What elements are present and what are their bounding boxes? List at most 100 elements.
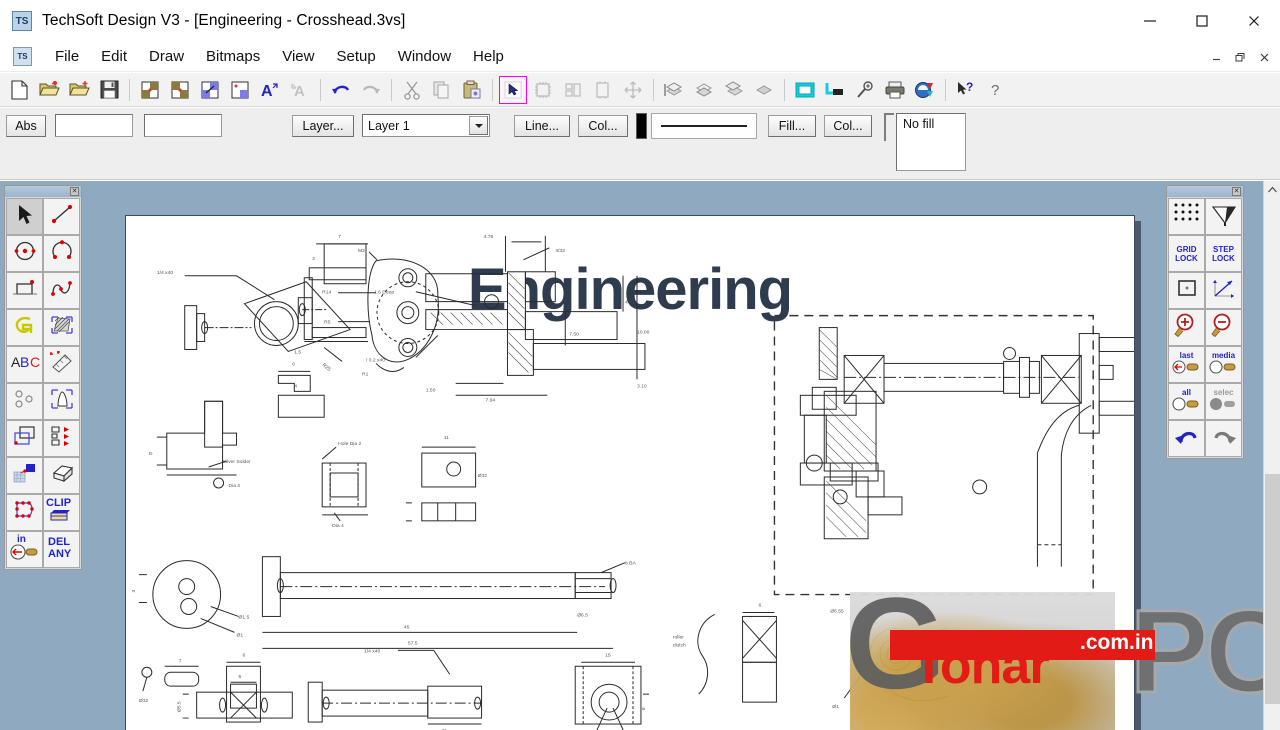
points-tool[interactable] (6, 383, 43, 420)
document-minimize-button[interactable] (1204, 44, 1228, 70)
drawing-paper[interactable]: Engineering 1/4 x40 R25 7 1.5 2 M2 R14 R… (125, 215, 1135, 730)
zoom-icon[interactable] (851, 76, 879, 104)
array-tool[interactable] (43, 420, 80, 457)
scroll-up-icon[interactable] (1264, 181, 1280, 198)
scrollbar-thumb[interactable] (1265, 474, 1280, 704)
delete-any-tool[interactable]: DEL ANY (43, 531, 80, 568)
layer-back-icon[interactable] (690, 76, 718, 104)
select-tool[interactable] (6, 198, 43, 235)
vertical-scrollbar[interactable] (1263, 181, 1280, 730)
step-lock-toggle[interactable]: STEP LOCK (1205, 235, 1242, 272)
three-d-tool[interactable] (43, 457, 80, 494)
text-decrease-icon[interactable]: A (286, 76, 314, 104)
cut-icon[interactable] (398, 76, 426, 104)
zoom-last-button[interactable]: last (1168, 346, 1205, 383)
fill-state-box[interactable]: No fill (896, 113, 966, 171)
maximize-button[interactable] (1176, 0, 1228, 42)
nest-icon[interactable] (559, 76, 587, 104)
move-icon[interactable] (619, 76, 647, 104)
in-tool[interactable]: in (6, 531, 43, 568)
new-file-icon[interactable] (5, 76, 33, 104)
close-icon[interactable]: ✕ (1232, 187, 1241, 196)
menu-item-draw[interactable]: Draw (138, 48, 195, 65)
line-colour-swatch[interactable] (636, 113, 647, 139)
chevron-down-icon[interactable] (469, 116, 488, 135)
menu-item-bitmaps[interactable]: Bitmaps (195, 48, 271, 65)
zoom-all-button[interactable]: all (1168, 383, 1205, 420)
object-top-right-icon[interactable] (166, 76, 194, 104)
corner-view-icon[interactable] (821, 76, 849, 104)
duplicate-icon[interactable] (589, 76, 617, 104)
menu-item-window[interactable]: Window (387, 48, 462, 65)
import-file-icon[interactable] (65, 76, 93, 104)
axes-tool[interactable] (1205, 272, 1242, 309)
object-fill-right-icon[interactable] (226, 76, 254, 104)
duplicate-tool[interactable] (6, 420, 43, 457)
zoom-media-button[interactable]: media (1205, 346, 1242, 383)
drawing-tools-palette[interactable]: ✕ A B C CLIP in DEL ANY (4, 185, 82, 570)
select-arrow-icon[interactable] (499, 75, 527, 104)
curve-tool[interactable] (43, 272, 80, 309)
selection-marquee-group[interactable] (126, 216, 1134, 730)
machine-icon[interactable] (529, 76, 557, 104)
bitmap-tool[interactable] (6, 457, 43, 494)
dimension-tool[interactable] (43, 346, 80, 383)
coordinate-x-input[interactable] (55, 114, 133, 137)
hatch-tool[interactable] (43, 309, 80, 346)
close-icon[interactable]: ✕ (70, 187, 79, 196)
layer-backward-icon[interactable] (750, 76, 778, 104)
fill-button[interactable]: Fill... (768, 115, 816, 137)
line-colour-button[interactable]: Col... (578, 115, 628, 137)
close-button[interactable] (1228, 0, 1280, 42)
layer-button[interactable]: Layer... (292, 115, 354, 137)
coordinate-y-input[interactable] (144, 114, 222, 137)
undo-icon[interactable] (327, 76, 355, 104)
layer-front-icon[interactable] (660, 76, 688, 104)
layer-select[interactable]: Layer 1 (362, 114, 490, 137)
grid-tool[interactable] (1168, 198, 1205, 235)
fill-colour-button[interactable]: Col... (824, 115, 872, 137)
outline-tool[interactable] (6, 309, 43, 346)
view-tools-palette[interactable]: ✕ GRID LOCK STEP LOCK last media all sel… (1166, 185, 1244, 459)
object-fill-left-icon[interactable] (196, 76, 224, 104)
redo-icon[interactable] (357, 76, 385, 104)
minimize-button[interactable] (1124, 0, 1176, 42)
snap-point-tool[interactable] (1168, 272, 1205, 309)
menu-item-edit[interactable]: Edit (90, 48, 138, 65)
help-pointer-icon[interactable]: ? (952, 76, 980, 104)
rectangle-tool[interactable] (6, 272, 43, 309)
arc-tool[interactable] (43, 235, 80, 272)
step-tool[interactable] (1205, 198, 1242, 235)
copy-icon[interactable] (428, 76, 456, 104)
line-style-preview[interactable] (651, 113, 757, 139)
text-increase-icon[interactable]: A (256, 76, 284, 104)
object-top-left-icon[interactable] (136, 76, 164, 104)
layer-forward-icon[interactable] (720, 76, 748, 104)
zoom-select-button[interactable]: selec (1205, 383, 1242, 420)
zoom-out-button[interactable] (1205, 309, 1242, 346)
document-close-button[interactable] (1252, 44, 1276, 70)
print-icon[interactable] (881, 76, 909, 104)
menu-item-help[interactable]: Help (462, 48, 515, 65)
zoom-in-button[interactable] (1168, 309, 1205, 346)
line-tool[interactable] (43, 198, 80, 235)
menu-item-setup[interactable]: Setup (325, 48, 386, 65)
drawing-work-area[interactable]: Engineering 1/4 x40 R25 7 1.5 2 M2 R14 R… (0, 181, 1280, 730)
open-file-icon[interactable] (35, 76, 63, 104)
paste-icon[interactable] (458, 76, 486, 104)
redo-view-button[interactable] (1205, 420, 1242, 457)
page-view-icon[interactable] (791, 76, 819, 104)
text-tool[interactable]: ABC (6, 346, 43, 383)
circle-tool[interactable] (6, 235, 43, 272)
right-palette-title-bar[interactable]: ✕ (1167, 186, 1243, 197)
plot-icon[interactable] (911, 76, 939, 104)
abs-mode-button[interactable]: Abs (6, 115, 46, 137)
save-file-icon[interactable] (95, 76, 123, 104)
transform-tool[interactable] (43, 383, 80, 420)
palette-title-bar[interactable]: ✕ (5, 186, 81, 197)
menu-item-view[interactable]: View (271, 48, 325, 65)
undo-view-button[interactable] (1168, 420, 1205, 457)
grid-lock-toggle[interactable]: GRID LOCK (1168, 235, 1205, 272)
menu-item-file[interactable]: File (44, 48, 90, 65)
clip-tool[interactable]: CLIP (43, 494, 80, 531)
